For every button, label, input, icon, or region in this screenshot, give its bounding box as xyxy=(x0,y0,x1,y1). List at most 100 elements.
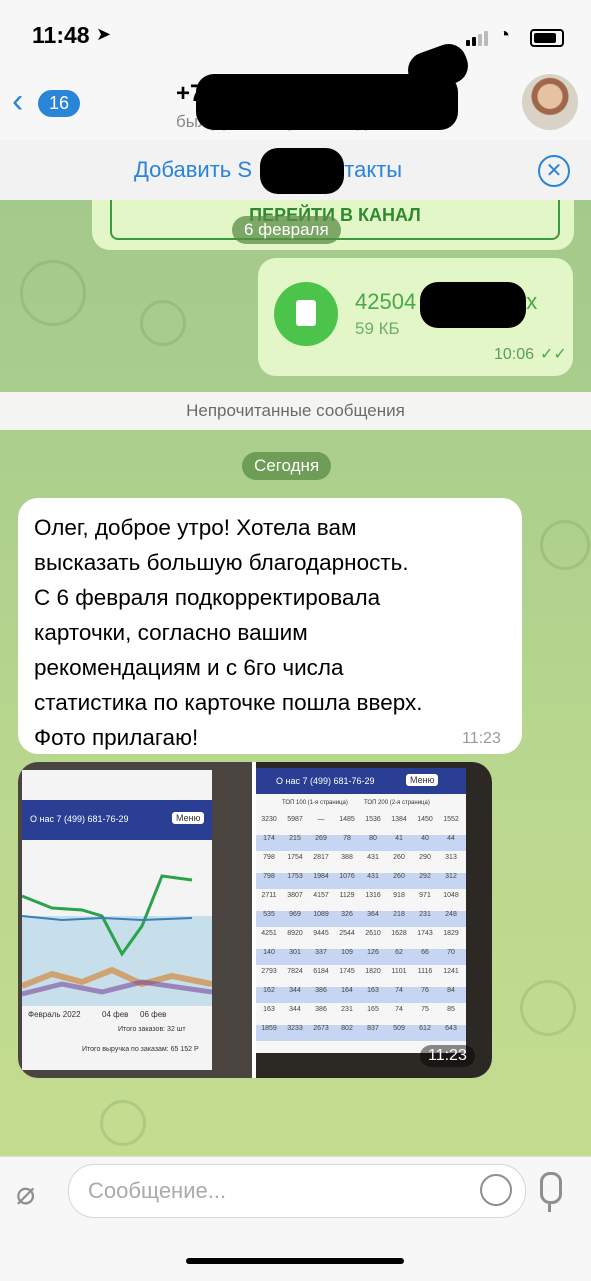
photo-table-cell: 2793 xyxy=(261,968,277,975)
incoming-message-text: Олег, доброе утро! Хотела вам высказать … xyxy=(34,515,423,750)
photo-table-cell: 260 xyxy=(393,854,405,861)
photo-table-row: 3230 5987 — 1485 1536 1384 1450 1552 xyxy=(256,816,466,832)
photo-table-cell: 231 xyxy=(341,1006,353,1013)
microphone-icon[interactable] xyxy=(540,1172,562,1204)
photo-header-text: О нас 7 (499) 681-76-29 xyxy=(30,814,129,824)
background-doodle xyxy=(100,1100,146,1146)
photo-table-row: 1859 3233 2673 802 837 509 612 643 xyxy=(256,1025,466,1041)
photo-table-cell: 535 xyxy=(263,911,275,918)
photo-table-cell: 612 xyxy=(419,1025,431,1032)
add-contact-label: Добавить S xyxy=(134,157,253,182)
photo-table-cell: 74 xyxy=(395,987,403,994)
background-doodle xyxy=(140,300,186,346)
photo-table-cell: 40 xyxy=(421,835,429,842)
photo-table-cell: 1129 xyxy=(339,892,355,899)
photo-album[interactable]: О нас 7 (499) 681-76-29 Меню Февраль 202… xyxy=(18,762,492,1078)
photo-table-row: 2711 3807 4157 1129 1316 918 971 1048 xyxy=(256,892,466,908)
photo-table-cell: 301 xyxy=(289,949,301,956)
photo-table-cell: 6184 xyxy=(313,968,329,975)
photo-table-cell: 1743 xyxy=(417,930,433,937)
photo-table-cell: 1753 xyxy=(287,873,303,880)
photo-table-cell: 290 xyxy=(419,854,431,861)
message-time: 11:23 xyxy=(462,730,501,747)
contact-avatar[interactable] xyxy=(522,74,578,130)
photo-table-cell: 1316 xyxy=(365,892,381,899)
photo-table-screen[interactable]: О нас 7 (499) 681-76-29 Меню ТОП 100 (1-… xyxy=(256,762,492,1078)
photo-table-cell: 80 xyxy=(369,835,377,842)
redaction-mark xyxy=(260,148,344,194)
photo-screen-content: О нас 7 (499) 681-76-29 Меню ТОП 100 (1-… xyxy=(256,768,466,1053)
sticker-icon[interactable] xyxy=(480,1174,512,1206)
file-size: 59 КБ xyxy=(355,319,400,338)
photo-table-row: 162 344 386 164 163 74 76 84 xyxy=(256,987,466,1003)
photo-table-cell: 1628 xyxy=(391,930,407,937)
photo-table-cell: 75 xyxy=(421,1006,429,1013)
photo-table-cell: 344 xyxy=(289,987,301,994)
album-time: 11:23 xyxy=(420,1045,475,1067)
photo-site-header: О нас 7 (499) 681-76-29 Меню xyxy=(22,800,212,840)
photo-table-cell: 837 xyxy=(367,1025,379,1032)
photo-table-cell: 1450 xyxy=(417,816,433,823)
photo-table-cell: 218 xyxy=(393,911,405,918)
photo-table-cell: 66 xyxy=(421,949,429,956)
unread-count-badge[interactable]: 16 xyxy=(38,90,81,117)
photo-table-cell: 126 xyxy=(367,949,379,956)
photo-revenue-total: Итого выручка по заказам: 65 152 Р xyxy=(82,1046,199,1053)
photo-x-label: 06 фев xyxy=(140,1010,167,1019)
photo-table-cell: 337 xyxy=(315,949,327,956)
back-chevron-icon[interactable]: ‹ xyxy=(12,84,23,118)
photo-table-cell: 509 xyxy=(393,1025,405,1032)
background-doodle xyxy=(20,260,86,326)
photo-table-cell: 344 xyxy=(289,1006,301,1013)
photo-chart-screen[interactable]: О нас 7 (499) 681-76-29 Меню Февраль 202… xyxy=(18,762,252,1078)
close-icon[interactable]: ✕ xyxy=(538,155,570,187)
read-checkmarks-icon: ✓✓ xyxy=(540,346,567,363)
photo-table-cell: 1536 xyxy=(365,816,381,823)
photo-table-cell: 164 xyxy=(341,987,353,994)
photo-table-cell: 3230 xyxy=(261,816,277,823)
photo-table-row: 140 301 337 109 126 62 66 70 xyxy=(256,949,466,965)
photo-table-cell: 431 xyxy=(367,854,379,861)
photo-table-cell: 802 xyxy=(341,1025,353,1032)
photo-table-cell: 7824 xyxy=(287,968,303,975)
cellular-signal-icon xyxy=(466,28,490,46)
photo-table-cell: 292 xyxy=(419,873,431,880)
photo-table-cell: 313 xyxy=(445,854,457,861)
location-icon: ➤ xyxy=(96,24,112,44)
status-bar: 11:48 ➤ ◔ xyxy=(0,0,591,68)
attachment-icon[interactable]: ⌀ xyxy=(16,1174,35,1212)
photo-table-cell: 4157 xyxy=(313,892,329,899)
photo-column-label: ТОП 200 (2-я страница) xyxy=(364,800,430,806)
photo-table-cell: 260 xyxy=(393,873,405,880)
photo-table-cell: 326 xyxy=(341,911,353,918)
photo-table-cell: 1754 xyxy=(287,854,303,861)
photo-table-cell: 1076 xyxy=(339,873,355,880)
photo-table-cell: 174 xyxy=(263,835,275,842)
photo-table-cell: 9445 xyxy=(313,930,329,937)
photo-table-cell: 364 xyxy=(367,911,379,918)
photo-menu-button: Меню xyxy=(406,774,439,786)
status-time: 11:48 xyxy=(32,22,90,48)
photo-table-cell: 798 xyxy=(263,854,275,861)
photo-table-cell: 3807 xyxy=(287,892,303,899)
photo-table-row: 2793 7824 6184 1745 1820 1101 1116 1241 xyxy=(256,968,466,984)
photo-table-cell: 215 xyxy=(289,835,301,842)
photo-table-cell: 431 xyxy=(367,873,379,880)
photo-x-label: 04 фев xyxy=(102,1010,129,1019)
photo-table-row: 535 969 1089 326 364 218 231 248 xyxy=(256,911,466,927)
file-icon[interactable] xyxy=(274,282,338,346)
message-input-placeholder: Сообщение... xyxy=(88,1178,227,1203)
photo-table-row: 174 215 269 78 80 41 40 44 xyxy=(256,835,466,851)
photo-table-cell: 165 xyxy=(367,1006,379,1013)
photo-table-row: 798 1753 1984 1076 431 260 292 312 xyxy=(256,873,466,889)
photo-table-cell: 1241 xyxy=(443,968,459,975)
photo-table-row: 4251 8920 9445 2544 2610 1628 1743 1829 xyxy=(256,930,466,946)
photo-table-cell: 3233 xyxy=(287,1025,303,1032)
photo-table-cell: 1820 xyxy=(365,968,381,975)
file-name-start: 42504 xyxy=(355,289,417,314)
background-doodle xyxy=(540,520,590,570)
photo-table-cell: — xyxy=(317,816,325,823)
photo-table-cell: 85 xyxy=(447,1006,455,1013)
background-doodle xyxy=(520,980,576,1036)
photo-table-cell: 1859 xyxy=(261,1025,277,1032)
